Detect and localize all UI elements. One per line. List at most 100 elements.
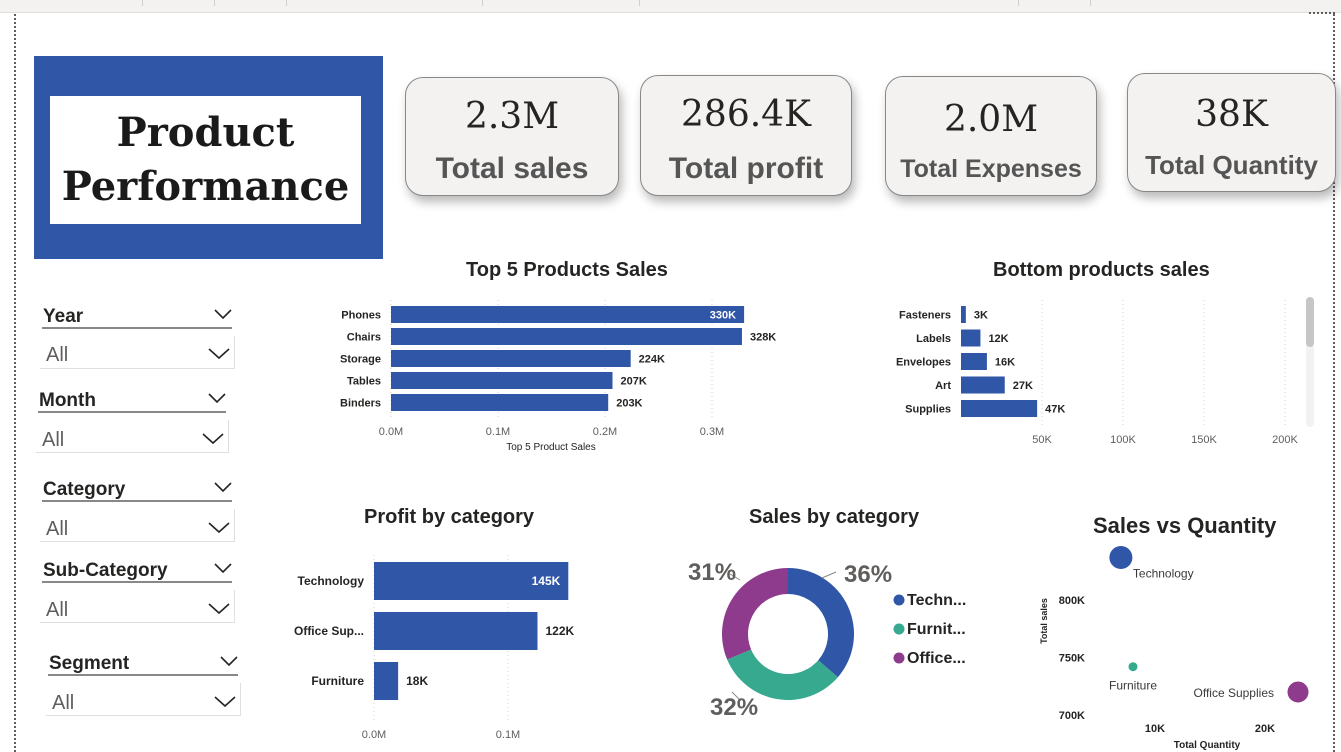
slicer-underline (42, 581, 232, 583)
category-label: Labels (916, 333, 951, 345)
kpi-card-total-profit[interactable]: 286.4K Total profit (640, 75, 852, 196)
x-tick-label: 10K (1145, 723, 1165, 735)
slicer-segment[interactable]: Segment All (42, 647, 242, 719)
chart-title-sales-vs-quantity: Sales vs Quantity (1093, 513, 1277, 538)
scatter-point (1108, 545, 1134, 570)
data-label: 32% (710, 694, 758, 721)
x-tick-label: 0.0M (379, 426, 403, 438)
data-label: 31% (688, 559, 736, 586)
canvas-border-left (14, 14, 16, 752)
slicer-value: All (42, 429, 65, 451)
category-label: Chairs (347, 332, 381, 344)
category-label: Storage (340, 354, 381, 366)
x-tick-label: 0.1M (496, 729, 520, 741)
slicer-year[interactable]: Year All (36, 300, 236, 372)
slicer-dropdown[interactable]: All (40, 509, 235, 542)
slicer-dropdown[interactable]: All (46, 683, 241, 716)
chevron-down-icon (208, 348, 230, 360)
kpi-label: Total profit (668, 152, 824, 185)
chevron-down-icon (208, 522, 230, 534)
chart-scrollbar-thumb[interactable] (1306, 297, 1314, 347)
legend-label: Techn... (907, 592, 966, 609)
bar (391, 394, 609, 411)
legend-label: Furnit... (907, 621, 966, 638)
chevron-down-icon[interactable] (214, 308, 232, 320)
slicer-category[interactable]: Category All (36, 473, 236, 545)
scatter-point (1286, 680, 1310, 704)
data-label: 18K (406, 674, 428, 688)
bar (961, 353, 987, 370)
profit-by-category-bar-chart[interactable]: 0.0M 0.1M Technology 145K Office Sup... 122K F… (280, 550, 610, 745)
slicer-value: All (52, 692, 75, 714)
point-label: Technology (1133, 566, 1194, 580)
slicer-dropdown[interactable]: All (40, 336, 235, 369)
chevron-down-icon[interactable] (214, 481, 232, 493)
category-label: Fasteners (899, 310, 951, 322)
data-label: 36% (844, 561, 892, 588)
slicer-label: Category (43, 479, 126, 500)
x-tick-label: 0.1M (486, 426, 510, 438)
chevron-down-icon (214, 696, 236, 708)
x-tick-label: 0.0M (362, 729, 386, 741)
data-label: 12K (988, 333, 1008, 345)
slicer-underline (42, 327, 232, 329)
category-label: Envelopes (896, 357, 951, 369)
slicer-dropdown[interactable]: All (40, 590, 235, 623)
top-products-bar-chart[interactable]: 0.0M 0.1M 0.2M 0.3M Phones 330K Chairs 328K Stor… (280, 295, 800, 460)
slicer-label: Sub-Category (43, 560, 168, 581)
sales-vs-quantity-scatter-chart[interactable]: 800K 750K 700K 10K 20K Total sales Total Quant… (1025, 545, 1325, 752)
x-tick-label: 50K (1032, 434, 1052, 446)
y-tick-label: 750K (1059, 653, 1085, 665)
kpi-card-total-sales[interactable]: 2.3M Total sales (405, 77, 619, 196)
bar (374, 612, 538, 650)
category-label: Binders (340, 398, 381, 410)
point-label: Office Supplies (1194, 686, 1275, 700)
kpi-value: 38K (1195, 94, 1268, 135)
slicer-label: Segment (49, 653, 130, 674)
bar (391, 328, 742, 345)
legend-marker (893, 652, 905, 664)
bar (391, 306, 745, 323)
category-label: Technology (298, 574, 365, 588)
slicer-dropdown[interactable]: All (36, 420, 229, 453)
report-toolbar-strip (0, 0, 1341, 13)
slicer-underline (38, 411, 226, 413)
category-label: Tables (347, 376, 381, 388)
chevron-down-icon[interactable] (220, 655, 238, 667)
slicer-label: Year (43, 306, 84, 327)
chart-title-bottom-products: Bottom products sales (993, 259, 1210, 281)
category-label: Phones (341, 310, 381, 322)
chart-title-profit-by-category: Profit by category (364, 506, 535, 528)
slicer-underline (48, 674, 238, 676)
kpi-value: 286.4K (681, 94, 811, 135)
chart-title-sales-by-category: Sales by category (749, 506, 920, 528)
page-title: Product Performance (62, 106, 350, 214)
x-tick-label: 0.3M (700, 426, 724, 438)
bar (374, 662, 399, 700)
canvas-border-top-right (1309, 12, 1335, 14)
legend-marker (893, 623, 905, 635)
slicer-month[interactable]: Month All (32, 384, 232, 456)
slicer-value: All (46, 344, 69, 366)
category-label: Furniture (311, 674, 364, 688)
kpi-value: 2.3M (464, 96, 560, 137)
x-axis-title: Total Quantity (1174, 740, 1241, 751)
data-label: 145K (532, 574, 561, 588)
chevron-down-icon[interactable] (208, 392, 226, 404)
kpi-label: Total Quantity (1145, 150, 1318, 180)
chevron-down-icon[interactable] (214, 562, 232, 574)
category-label: Supplies (905, 404, 951, 416)
bar (961, 376, 1005, 394)
data-label: 328K (750, 332, 776, 344)
bottom-products-bar-chart[interactable]: 50K 100K 150K 200K Fasteners 3K Labels 12K Envel… (860, 295, 1306, 455)
sales-by-category-donut-chart[interactable]: 36% 32% 31% Techn... Furnit... Office... (670, 540, 1000, 750)
slicer-sub-category[interactable]: Sub-Category All (36, 554, 236, 626)
x-tick-label: 20K (1255, 723, 1275, 735)
chevron-down-icon (208, 603, 230, 615)
kpi-card-total-quantity[interactable]: 38K Total Quantity (1127, 73, 1336, 192)
chevron-down-icon (202, 433, 224, 445)
y-tick-label: 700K (1059, 710, 1085, 722)
data-label: 122K (545, 624, 574, 638)
data-label: 203K (616, 398, 642, 410)
kpi-card-total-expenses[interactable]: 2.0M Total Expenses (885, 76, 1097, 196)
